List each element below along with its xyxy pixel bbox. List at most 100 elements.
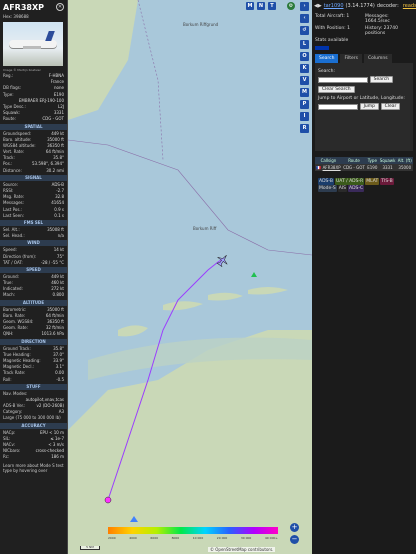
hex-label: Hex: — [3, 14, 13, 19]
map-control-n[interactable]: N — [257, 2, 265, 10]
side-control-l[interactable]: L — [300, 40, 309, 49]
section-row: QNH: 1013.6 hPa — [0, 331, 67, 337]
side-control-m[interactable]: M — [300, 88, 309, 97]
map-attribution[interactable]: © OpenStreetMap contributors. — [208, 547, 276, 552]
jump-button[interactable]: Jump — [359, 103, 380, 110]
zoom-out-button[interactable]: − — [290, 535, 299, 544]
col-type[interactable]: Type — [366, 157, 379, 164]
col-alt[interactable]: Alt. (ft) — [396, 157, 413, 164]
row-value: 1013.6 hPa — [41, 331, 65, 337]
row-key: Mach: — [3, 292, 15, 298]
section-header[interactable]: WIND — [0, 240, 67, 247]
table-row[interactable]: 🇫🇷 AFR38XP CDG - GOT E190 3331 35000 — [315, 164, 413, 171]
tab-filters[interactable]: Filters — [340, 54, 362, 63]
scale-bar: 5 NM — [80, 546, 100, 550]
clear-search-button[interactable]: Clear Search — [318, 86, 355, 93]
sidebar-panel: ◀▶ tar1090 (3.14.1774) decoder: readsb T… — [312, 0, 416, 554]
col-squawk[interactable]: Squawk — [378, 157, 397, 164]
source-tag[interactable]: Mode-S — [318, 185, 337, 192]
side-control-i[interactable]: I — [300, 112, 309, 121]
version-text: (3.14.1774) — [345, 3, 375, 9]
table-header: Callsign Route Type Squawk Alt. (ft) — [315, 157, 413, 164]
legend-tick: 8000 — [171, 536, 180, 540]
detail-key: Reg.: — [3, 73, 14, 78]
collapse-panel-icon[interactable]: ‹ — [300, 14, 309, 23]
stat-total: Total Aircraft: 1 — [315, 14, 350, 19]
callsign-title: AFR38XP — [3, 2, 44, 12]
map-view[interactable]: Borkum Riffgrund Borkum Riff M N T ⚙ › ‹… — [68, 0, 312, 554]
row-key: Roll: — [3, 376, 12, 382]
decoder-link[interactable]: readsb — [403, 3, 416, 9]
col-route[interactable]: Route — [341, 157, 367, 164]
detail-row: Route: CDG - GOT — [0, 116, 67, 122]
legend-tick: 40 000+ — [264, 536, 278, 540]
source-tag[interactable]: MLAT — [365, 178, 380, 185]
col-callsign[interactable]: Callsign — [315, 157, 342, 164]
section-header[interactable]: SPEED — [0, 266, 67, 273]
legend-tick: 10 000 — [192, 536, 204, 540]
stat-messages: Messages: 1664.5/sec — [365, 14, 390, 24]
legend-tick: 20 000 — [216, 536, 228, 540]
receiver-marker — [104, 496, 112, 504]
close-icon[interactable]: ✕ — [56, 3, 64, 11]
settings-gear-icon[interactable]: ⚙ — [287, 2, 295, 10]
detail-value: CDG - GOT — [42, 116, 64, 122]
tar1090-app: AFR38XP ✕ Hex: 398688 Image © Martijn Ko… — [0, 0, 416, 554]
flag-icon: 🇫🇷 — [316, 165, 322, 170]
section-header[interactable]: FMS SEL — [0, 219, 67, 226]
section-row: Last Seen: 0.1 s — [0, 213, 67, 219]
section-header[interactable]: DIRECTION — [0, 338, 67, 345]
search-button[interactable]: Search — [369, 76, 394, 83]
source-tag[interactable]: ADS-B — [318, 178, 334, 185]
search-input[interactable] — [318, 76, 368, 83]
tar1090-link[interactable]: tar1090 — [324, 3, 344, 9]
expand-panel-icon[interactable]: › — [300, 2, 309, 11]
source-legend: ADS-B UAT / ADS-R MLAT TIS-B Mode-S AIS ADS-C — [315, 175, 413, 195]
section-header[interactable]: STUFF — [0, 383, 67, 390]
zoom-in-button[interactable]: + — [290, 523, 299, 532]
side-control-o[interactable]: O — [300, 52, 309, 61]
source-tag[interactable]: AIS — [337, 185, 348, 192]
section-header[interactable]: SPATIAL — [0, 123, 67, 130]
stats-available: Stats available — [315, 38, 349, 43]
jump-label: Jump to Airport or Latitude, Longitude: — [318, 96, 405, 101]
row-value: -0.5 — [56, 376, 64, 382]
aircraft-details: Reg.: F-HBNA France DB flags: none Type: E190 E… — [0, 73, 67, 123]
hex-value: 398688 — [13, 14, 29, 19]
jump-input[interactable] — [318, 103, 358, 110]
section-row: Large (75 000 to 300 000 lb) — [0, 415, 67, 421]
map-control-m[interactable]: M — [246, 2, 254, 10]
nav-arrows-icon[interactable]: ◀▶ — [314, 3, 322, 9]
side-control-p[interactable]: P — [300, 100, 309, 109]
section-row: Sel. Head.: n/a — [0, 233, 67, 239]
clear-jump-button[interactable]: Clear — [380, 103, 401, 110]
side-control-r[interactable]: R — [300, 124, 309, 133]
reset-icon[interactable]: ↺ — [300, 26, 309, 35]
row-value: -28 / -55 °C — [40, 259, 64, 265]
map-canvas: Borkum Riffgrund Borkum Riff — [68, 0, 312, 554]
row-key: Distance: — [3, 167, 22, 173]
hex-line: Hex: 398688 — [0, 14, 67, 20]
footnote: Learn more about Mode S test type by hov… — [3, 462, 64, 473]
stats-link-swatch[interactable] — [315, 46, 329, 50]
map-label-borkum-riffgrund: Borkum Riffgrund — [183, 22, 219, 27]
source-tag[interactable]: TIS-B — [380, 178, 394, 185]
tab-columns[interactable]: Columns — [363, 54, 392, 63]
aircraft-sections: SPATIAL Groundspeed: 449 kt Baro. altitude:… — [0, 123, 67, 461]
row-key: Nav. Modes: — [3, 390, 28, 396]
tab-search[interactable]: Search — [315, 54, 339, 63]
section-header[interactable]: ACCURACY — [0, 422, 67, 429]
source-tag[interactable]: ADS-C — [348, 185, 365, 192]
side-control-v[interactable]: V — [300, 76, 309, 85]
source-tag[interactable]: UAT / ADS-R — [334, 178, 365, 185]
section-header[interactable]: ALTITUDE — [0, 299, 67, 306]
stat-with-position: With Position: 1 — [315, 26, 350, 31]
search-tab-body: Search: Search Clear Search Jump to Airp… — [315, 63, 413, 151]
aircraft-photo[interactable] — [3, 22, 63, 66]
legend-tick: 30 000 — [240, 536, 252, 540]
map-control-t[interactable]: T — [268, 2, 276, 10]
section-header[interactable]: SIGNAL — [0, 174, 67, 181]
side-control-k[interactable]: K — [300, 64, 309, 73]
decoder-label: decoder: — [376, 3, 399, 9]
tab-bar: Search Filters Columns — [315, 54, 413, 63]
